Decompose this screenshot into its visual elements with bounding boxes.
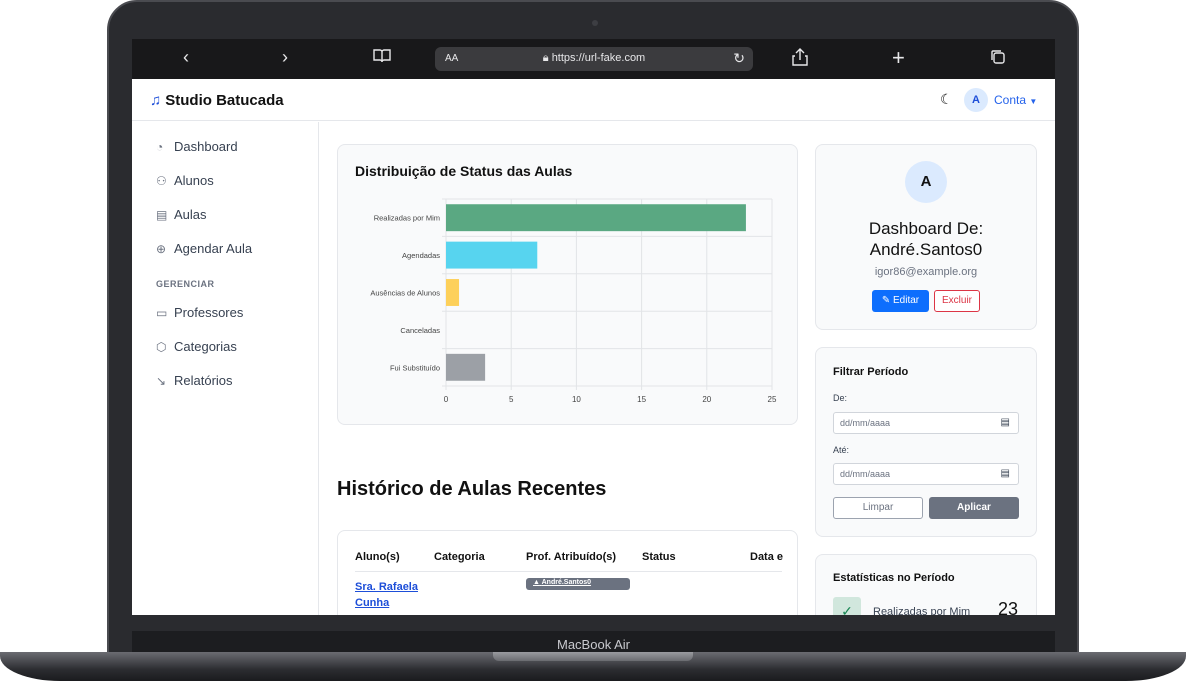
y-tick-label: Ausências de Alunos [370, 289, 440, 298]
people-icon: ⚇ [156, 174, 167, 188]
sidebar-item-dashboard[interactable]: ◔ Dashboard [156, 139, 238, 154]
to-date-input[interactable]: dd/mm/aaaa ▤ [833, 463, 1019, 485]
check-icon: ✓ [833, 597, 861, 615]
sidebar-section-heading: GERENCIAR [156, 279, 215, 289]
forward-icon[interactable]: › [282, 47, 288, 68]
from-label: De: [833, 393, 848, 403]
main-content: Distribuição de Status das Aulas 0 5 10 15 2… [320, 122, 1055, 615]
x-tick-label: 5 [509, 395, 514, 404]
y-tick-label: Agendadas [402, 251, 440, 260]
browser-toolbar: ‹ › AA 🔒︎ https://url-fake.com ↻ + [132, 39, 1055, 79]
sidebar-item-categorias[interactable]: ⬡ Categorias [156, 339, 237, 354]
stats-row-count: 23 [998, 599, 1019, 615]
reload-icon[interactable]: ↻ [733, 50, 745, 67]
x-tick-label: 25 [768, 395, 777, 404]
new-tab-icon[interactable]: + [892, 45, 905, 71]
professor-badge[interactable]: ▲ André.Santos0 [526, 578, 630, 590]
sidebar-item-agendar-aula[interactable]: ⊕ Agendar Aula [156, 241, 252, 256]
period-stats-card: Estatísticas no Período ✓ Realizadas por… [815, 554, 1037, 615]
x-tick-label: 10 [572, 395, 581, 404]
app-name: Studio Batucada [165, 92, 284, 109]
address-bar[interactable]: AA 🔒︎ https://url-fake.com ↻ [435, 47, 753, 71]
column-header: Status [642, 551, 676, 563]
profile-avatar: A [905, 161, 947, 203]
sidebar-item-aulas[interactable]: ▤ Aulas [156, 207, 207, 222]
calendar-icon[interactable]: ▤ [1001, 468, 1010, 479]
user-avatar[interactable]: A [964, 88, 988, 112]
sidebar-item-alunos[interactable]: ⚇ Alunos [156, 173, 214, 188]
sidebar-item-professores[interactable]: ▭ Professores [156, 305, 243, 320]
edit-button[interactable]: ✎ Editar [872, 290, 929, 312]
app-logo[interactable]: ♫ Studio Batucada [150, 92, 284, 109]
delete-button[interactable]: Excluir [934, 290, 980, 312]
to-label: Até: [833, 445, 850, 455]
speedometer-icon: ◔ [156, 140, 164, 154]
x-tick-label: 20 [702, 395, 711, 404]
edit-icon: ✎ [881, 295, 891, 306]
easel-icon: ▭ [156, 306, 168, 320]
chart-bar [446, 241, 538, 269]
status-chart-card: Distribuição de Status das Aulas 0 5 10 15 2… [337, 144, 798, 425]
x-tick-label: 0 [444, 395, 449, 404]
tabs-icon[interactable] [990, 49, 1006, 70]
camera [592, 20, 598, 26]
profile-name: Dashboard De: André.Santos0 [868, 219, 984, 259]
y-tick-label: Canceladas [400, 326, 440, 335]
laptop-notch [493, 652, 693, 661]
sidebar-item-relatorios[interactable]: ↘ Relatórios [156, 373, 233, 388]
filter-title: Filtrar Período [833, 366, 909, 378]
device-label: MacBook Air [557, 637, 630, 652]
calendar-icon: ▤ [156, 208, 168, 222]
chart-bar [446, 204, 746, 232]
y-tick-label: Realizadas por Mim [374, 214, 440, 223]
history-table-card: Aluno(s) Categoria Prof. Atribuído(s) St… [337, 530, 798, 615]
music-note-icon: ♫ [150, 92, 162, 109]
column-header: Prof. Atribuído(s) [526, 551, 617, 563]
status-bar-chart: 0 5 10 15 20 25 Realizadas por Mim Agendadas Aus… [370, 198, 777, 404]
laptop-frame: MacBook Air ‹ › AA 🔒︎ https://url-fake.c… [0, 0, 1186, 681]
app: ♫ Studio Batucada ☾ A Conta ▼ ◔ Dashboard … [132, 79, 1055, 615]
y-tick-label: Fui Substituído [390, 363, 440, 372]
profile-card: A Dashboard De: André.Santos0 igor86@exam… [815, 144, 1037, 330]
moon-icon[interactable]: ☾ [940, 91, 953, 108]
sidebar: ◔ Dashboard ⚇ Alunos ▤ Aulas ⊕ Agendar Aula … [132, 122, 319, 615]
history-title: Histórico de Aulas Recentes [337, 478, 607, 500]
filter-period-card: Filtrar Período De: dd/mm/aaaa ▤ Até: dd/… [815, 347, 1037, 537]
person-icon: ▲ [533, 579, 540, 586]
account-dropdown[interactable]: Conta ▼ [994, 93, 1037, 107]
chart-bar [446, 353, 486, 381]
table-header-divider [355, 571, 782, 572]
column-header: Aluno(s) [355, 551, 400, 563]
stats-title: Estatísticas no Período [833, 572, 955, 584]
profile-email: igor86@example.org [874, 266, 978, 278]
apply-button[interactable]: Aplicar [929, 497, 1019, 519]
caret-down-icon: ▼ [1029, 97, 1038, 106]
screen: ‹ › AA 🔒︎ https://url-fake.com ↻ + ♫ Stud… [132, 39, 1055, 615]
plus-circle-icon: ⊕ [156, 242, 167, 256]
graph-icon: ↘ [156, 374, 167, 388]
column-header: Categoria [434, 551, 485, 563]
from-date-input[interactable]: dd/mm/aaaa ▤ [833, 412, 1019, 434]
stats-row-label: Realizadas por Mim [873, 606, 971, 615]
share-icon[interactable] [792, 48, 808, 71]
url-text: 🔒︎ https://url-fake.com [542, 52, 646, 64]
back-icon[interactable]: ‹ [183, 47, 189, 68]
column-header: Data e [750, 551, 784, 563]
chart-bar [446, 279, 460, 306]
bookmarks-icon[interactable] [372, 48, 392, 69]
student-link[interactable]: Sra. Rafaela Cunha [355, 579, 418, 611]
top-navbar: ♫ Studio Batucada ☾ A Conta ▼ [132, 79, 1055, 121]
x-tick-label: 15 [637, 395, 646, 404]
tag-icon: ⬡ [156, 340, 167, 354]
clear-button[interactable]: Limpar [833, 497, 923, 519]
calendar-icon[interactable]: ▤ [1001, 417, 1010, 428]
